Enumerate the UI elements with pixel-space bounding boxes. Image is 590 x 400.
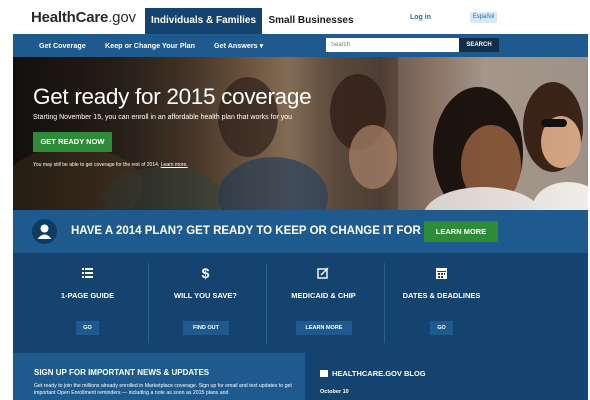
feature-label: 1-PAGE GUIDE (60, 291, 115, 300)
feature-1-page-guide: 1-PAGE GUIDE GO (29, 253, 146, 353)
search-input[interactable] (326, 38, 459, 52)
feature-will-you-save: $ WILL YOU SAVE? FIND OUT (147, 253, 264, 353)
plan-promo-text: HAVE A 2014 PLAN? GET READY TO KEEP OR C… (71, 225, 450, 237)
list-icon (29, 266, 146, 280)
learn-more-button[interactable]: LEARN MORE (424, 221, 498, 242)
calendar-icon (383, 266, 500, 280)
feature-dates-deadlines: DATES & DEADLINES GO (383, 253, 500, 353)
espanol-link[interactable]: Español (470, 12, 497, 23)
feature-label: WILL YOU SAVE? (174, 291, 237, 300)
hero-title: Get ready for 2015 coverage (33, 84, 312, 109)
main-nav: Get Coverage Keep or Change Your Plan Ge… (13, 34, 588, 57)
hero-banner: Get ready for 2015 coverage Starting Nov… (13, 57, 588, 210)
blog-date: October 10 (320, 389, 349, 395)
comment-icon (320, 370, 328, 377)
nav-keep-or-change[interactable]: Keep or Change Your Plan (105, 34, 195, 57)
login-link[interactable]: Log in (410, 14, 431, 21)
learn-more-link[interactable]: Learn more. (161, 162, 188, 168)
signup-title: SIGN UP FOR IMPORTANT NEWS & UPDATES (34, 368, 210, 377)
go-button[interactable]: GO (76, 321, 99, 335)
tab-individuals-families[interactable]: Individuals & Families (145, 8, 262, 34)
feature-medicaid-chip: MEDICAID & CHIP LEARN MORE (265, 253, 382, 353)
blog-title[interactable]: HEALTHCARE.GOV BLOG (332, 369, 426, 378)
plan-promo-band: HAVE A 2014 PLAN? GET READY TO KEEP OR C… (13, 210, 588, 253)
blog-panel: HEALTHCARE.GOV BLOG October 10 (305, 353, 588, 400)
feature-label: MEDICAID & CHIP (291, 291, 356, 300)
find-out-button[interactable]: FIND OUT (183, 321, 229, 335)
dollar-icon: $ (147, 265, 264, 281)
tab-small-businesses[interactable]: Small Businesses (262, 8, 360, 34)
search-button[interactable]: SEARCH (459, 38, 499, 52)
hero-subtitle: Starting November 15, you can enroll in … (33, 114, 293, 121)
signup-text: Get ready to join the millions already e… (34, 383, 292, 396)
go-button[interactable]: GO (430, 321, 453, 335)
svg-text:$: $ (202, 266, 210, 280)
get-ready-now-button[interactable]: GET READY NOW (33, 132, 112, 152)
healthcare-gov-logo[interactable]: HealthCare.gov (31, 9, 136, 26)
person-icon (32, 219, 57, 244)
feature-label: DATES & DEADLINES (402, 291, 481, 300)
hero-note: You may still be able to get coverage fo… (33, 162, 188, 168)
learn-more-button[interactable]: LEARN MORE (296, 321, 352, 335)
top-bar: HealthCare.gov Individuals & Families Sm… (0, 0, 590, 34)
nav-get-coverage[interactable]: Get Coverage (39, 34, 86, 57)
feature-grid: 1-PAGE GUIDE GO $ WILL YOU SAVE? FIND OU… (13, 253, 588, 353)
edit-icon (265, 266, 382, 280)
nav-get-answers[interactable]: Get Answers ▾ (214, 34, 263, 57)
signup-panel: SIGN UP FOR IMPORTANT NEWS & UPDATES Get… (13, 353, 305, 400)
